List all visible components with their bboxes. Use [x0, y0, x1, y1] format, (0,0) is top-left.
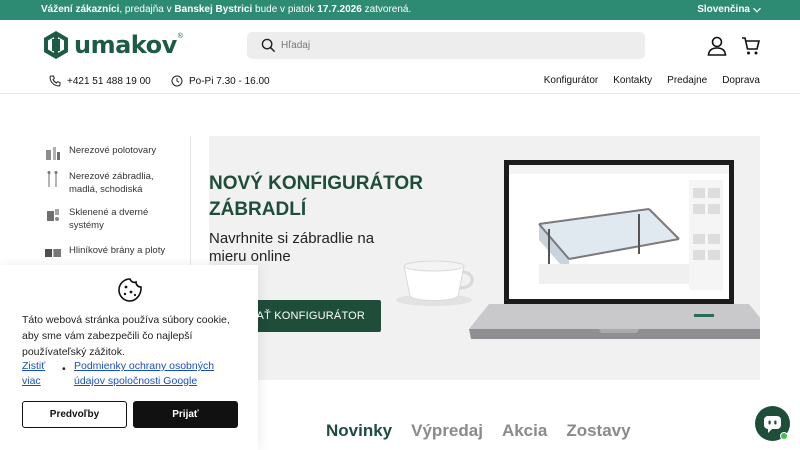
announcement-bar: Vážení zákazníci, predajňa v Banskej Bys…: [0, 0, 800, 20]
search-icon: [261, 38, 276, 53]
phone-contact[interactable]: +421 51 488 19 00: [49, 75, 151, 87]
umakov-logo[interactable]: umakov ®: [41, 30, 183, 60]
hero-subtitle: Navrhnite si zábradlie na mieru online: [209, 230, 374, 266]
chevron-down-icon: [752, 5, 762, 15]
site-header: umakov ®: [0, 20, 800, 70]
preferences-button[interactable]: Predvoľby: [22, 401, 127, 428]
hero-title: NOVÝ KONFIGURÁTOR ZÁBRADLÍ: [209, 171, 423, 223]
logo-registered-mark: ®: [177, 33, 183, 40]
link-separator: •: [62, 363, 66, 375]
configurator-button-label: SAŤ KONFIGURÁTOR: [249, 310, 366, 322]
search-bar[interactable]: [247, 32, 645, 59]
language-label: Slovenčina: [697, 4, 750, 15]
category-label: Hliníkové brány a ploty: [69, 245, 166, 256]
account-icon[interactable]: [706, 35, 728, 57]
hero-subtitle-line1: Navrhnite si zábradlie na: [209, 230, 375, 247]
aluminium-gate-icon: [45, 249, 61, 257]
tab-novinky[interactable]: Novinky: [326, 421, 392, 441]
language-selector[interactable]: Slovenčina: [697, 4, 750, 15]
coffee-cup-illustration: [396, 260, 474, 306]
link-doprava[interactable]: Doprava: [722, 75, 760, 86]
steel-profiles-icon: [46, 147, 60, 160]
configurator-button[interactable]: SAŤ KONFIGURÁTOR: [249, 300, 381, 332]
opening-hours: Po-Pi 7.30 - 16.00: [171, 75, 270, 87]
cookie-text: Táto webová stránka používa súbory cooki…: [22, 314, 230, 358]
phone-icon: [49, 75, 61, 87]
tab-zostavy[interactable]: Zostavy: [566, 421, 630, 441]
logo-text: umakov: [74, 31, 177, 59]
cookie-icon: [118, 278, 142, 302]
hours-text: Po-Pi 7.30 - 16.00: [189, 75, 270, 87]
hero-title-line2: ZÁBRADLÍ: [209, 199, 307, 220]
announcement-text: Vážení zákazníci, predajňa v Banskej Bys…: [41, 4, 412, 15]
link-predajne[interactable]: Predajne: [667, 75, 707, 86]
phone-number: +421 51 488 19 00: [67, 75, 151, 87]
category-item-hlinikove[interactable]: Hliníkové brány a ploty: [44, 244, 184, 262]
product-tabs: Novinky Výpredaj Akcia Zostavy: [326, 421, 631, 441]
privacy-policy-link[interactable]: Podmienky ochrany osobných údajov spoloč…: [74, 359, 244, 389]
cart-icon[interactable]: [741, 36, 761, 56]
logo-mark-icon: [44, 31, 68, 59]
search-input[interactable]: [281, 36, 621, 55]
online-status-dot: [780, 432, 788, 440]
hero-title-line1: NOVÝ KONFIGURÁTOR: [209, 173, 423, 194]
hero-subtitle-line2: mieru online: [209, 248, 291, 265]
category-label: Nerezové zábradlia, madlá, schodiská: [69, 171, 154, 195]
category-item-polotovary[interactable]: Nerezové polotovary: [44, 144, 184, 162]
glass-systems-icon: [47, 209, 59, 221]
category-label: Sklenené a dverné systémy: [69, 207, 149, 231]
railing-icon: [47, 171, 58, 187]
category-label: Nerezové polotovary: [69, 145, 157, 156]
tab-akcia[interactable]: Akcia: [502, 421, 547, 441]
clock-icon: [171, 75, 183, 87]
category-item-sklenene[interactable]: Sklenené a dverné systémy: [44, 206, 184, 232]
cookie-banner: Táto webová stránka používa súbory cooki…: [0, 265, 258, 450]
link-kontakty[interactable]: Kontakty: [613, 75, 652, 86]
tab-vypredaj[interactable]: Výpredaj: [411, 421, 483, 441]
learn-more-link[interactable]: Zistiť viac: [22, 359, 62, 389]
top-links: Konfigurátor Kontakty Predajne Doprava: [544, 75, 760, 86]
link-konfigurator[interactable]: Konfigurátor: [544, 75, 598, 86]
accept-button[interactable]: Prijať: [133, 401, 238, 428]
category-item-zabradlia[interactable]: Nerezové zábradlia, madlá, schodiská: [44, 170, 184, 196]
sub-navigation: +421 51 488 19 00 Po-Pi 7.30 - 16.00 Kon…: [0, 70, 800, 94]
hero-banner[interactable]: NOVÝ KONFIGURÁTOR ZÁBRADLÍ Navrhnite si …: [209, 136, 760, 380]
